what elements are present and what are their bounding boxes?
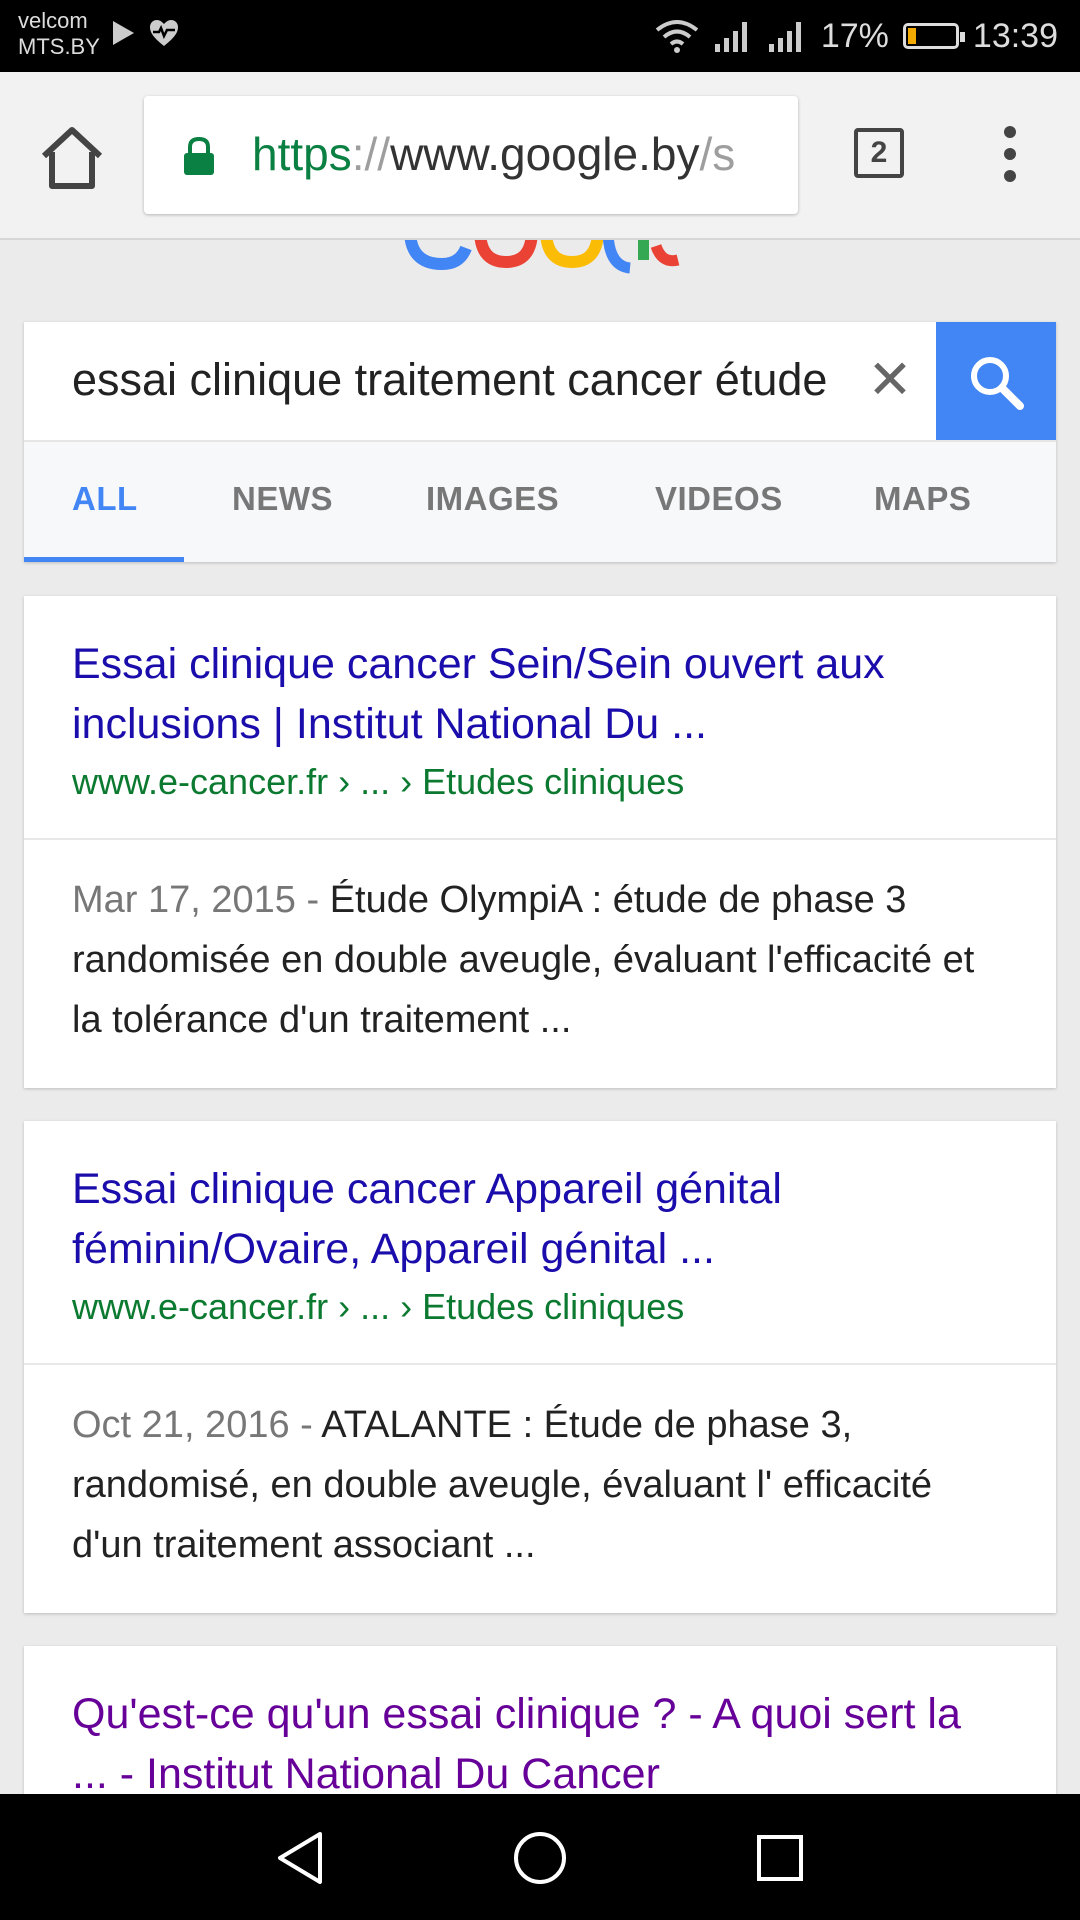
navigation-bar <box>0 1794 1080 1920</box>
result-title-link[interactable]: Qu'est-ce qu'un essai clinique ? - A quo… <box>24 1646 1056 1804</box>
search-input[interactable]: essai clinique traitement cancer étude <box>72 350 872 410</box>
battery-percent: 17% <box>820 16 889 55</box>
status-bar: velcom MTS.BY 17% 13:39 <box>0 0 1080 72</box>
clock: 13:39 <box>972 16 1058 55</box>
search-tabs: ALL NEWS IMAGES VIDEOS MAPS <box>24 440 1056 562</box>
wifi-icon <box>655 20 699 53</box>
carrier-secondary: MTS.BY <box>18 34 100 59</box>
url-scheme: https <box>252 128 352 180</box>
tab-videos[interactable]: VIDEOS <box>655 480 783 518</box>
search-result: Essai clinique cancer Sein/Sein ouvert a… <box>24 596 1056 1088</box>
tab-count: 2 <box>870 136 888 169</box>
result-snippet: Mar 17, 2015 - Étude OlympiA : étude de … <box>24 840 1056 1088</box>
search-button[interactable] <box>936 322 1056 440</box>
tab-all[interactable]: ALL <box>72 480 138 518</box>
clear-icon[interactable]: ✕ <box>860 350 920 410</box>
menu-icon[interactable] <box>998 126 1022 186</box>
recent-apps-icon[interactable] <box>750 1828 810 1888</box>
home-icon <box>41 127 103 189</box>
search-card: essai clinique traitement cancer étude ✕… <box>24 322 1056 562</box>
search-result: Qu'est-ce qu'un essai clinique ? - A quo… <box>24 1646 1056 1806</box>
tab-images[interactable]: IMAGES <box>426 480 559 518</box>
battery-icon <box>902 23 965 49</box>
search-result: Essai clinique cancer Appareil génital f… <box>24 1121 1056 1613</box>
google-logo <box>400 240 680 276</box>
active-tab-indicator <box>24 557 184 562</box>
carrier-primary: velcom <box>18 8 88 33</box>
play-store-icon <box>113 21 134 45</box>
back-icon[interactable] <box>270 1828 330 1888</box>
result-title-link[interactable]: Essai clinique cancer Appareil génital f… <box>24 1121 1056 1279</box>
url-host: www.google.by <box>390 128 700 180</box>
url-path: /s <box>699 128 736 180</box>
result-date: Oct 21, 2016 - <box>72 1404 322 1446</box>
health-icon <box>150 20 178 46</box>
result-url[interactable]: www.e-cancer.fr › ... › Etudes cliniques <box>24 1279 1056 1335</box>
browser-toolbar: https://www.google.by/s 2 <box>0 72 1080 240</box>
result-snippet: Oct 21, 2016 - ATALANTE : Étude de phase… <box>24 1365 1056 1613</box>
notification-icons <box>110 18 180 48</box>
address-bar[interactable]: https://www.google.by/s <box>144 96 798 214</box>
signal-icon <box>714 22 747 52</box>
lock-icon <box>184 136 214 175</box>
battery-level <box>907 28 916 44</box>
signal-icon-2 <box>768 22 801 52</box>
home-button[interactable] <box>36 122 108 194</box>
home-circle-icon[interactable] <box>510 1828 570 1888</box>
result-url[interactable]: www.e-cancer.fr › ... › Etudes cliniques <box>24 754 1056 810</box>
result-date: Mar 17, 2015 - <box>72 879 330 921</box>
url-separator: :// <box>351 128 391 180</box>
tab-maps[interactable]: MAPS <box>874 480 971 518</box>
result-title-link[interactable]: Essai clinique cancer Sein/Sein ouvert a… <box>24 596 1056 754</box>
tab-switcher-button[interactable]: 2 <box>854 128 904 178</box>
tab-news[interactable]: NEWS <box>232 480 333 518</box>
url-text: https://www.google.by/s <box>252 124 735 184</box>
status-right: 17% 13:39 <box>655 0 1058 72</box>
search-icon <box>971 357 1024 410</box>
carrier-names: velcom MTS.BY <box>18 8 100 60</box>
